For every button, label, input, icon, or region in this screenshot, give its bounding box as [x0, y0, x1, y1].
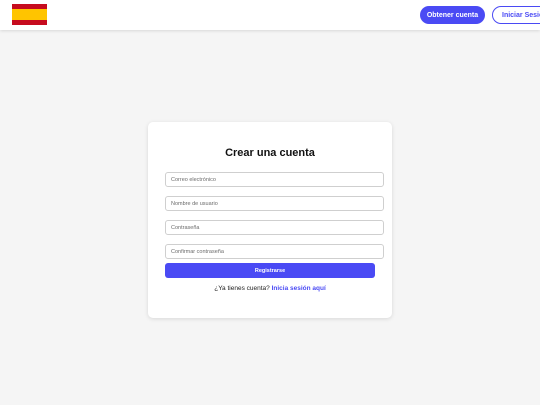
top-navigation-bar: Obtener cuenta Iniciar Sesión — [0, 0, 540, 30]
password-input[interactable] — [165, 220, 384, 235]
login-prompt-line: ¿Ya tienes cuenta? Inicia sesión aquí — [148, 285, 392, 292]
login-prompt-text: ¿Ya tienes cuenta? — [214, 285, 270, 292]
get-account-button[interactable]: Obtener cuenta — [420, 6, 485, 24]
form-title: Crear una cuenta — [225, 147, 315, 159]
username-input[interactable] — [165, 196, 384, 211]
login-link[interactable]: Inicia sesión aquí — [272, 285, 326, 292]
spain-flag-icon[interactable] — [12, 4, 47, 25]
email-input[interactable] — [165, 172, 384, 187]
sign-in-button[interactable]: Iniciar Sesión — [492, 6, 540, 24]
flag-stripe-bottom — [12, 19, 47, 25]
signup-card: Crear una cuenta Registrarse ¿Ya tienes … — [148, 122, 392, 318]
confirm-password-input[interactable] — [165, 244, 384, 259]
register-button[interactable]: Registrarse — [165, 263, 375, 278]
flag-stripe-middle — [12, 9, 47, 20]
